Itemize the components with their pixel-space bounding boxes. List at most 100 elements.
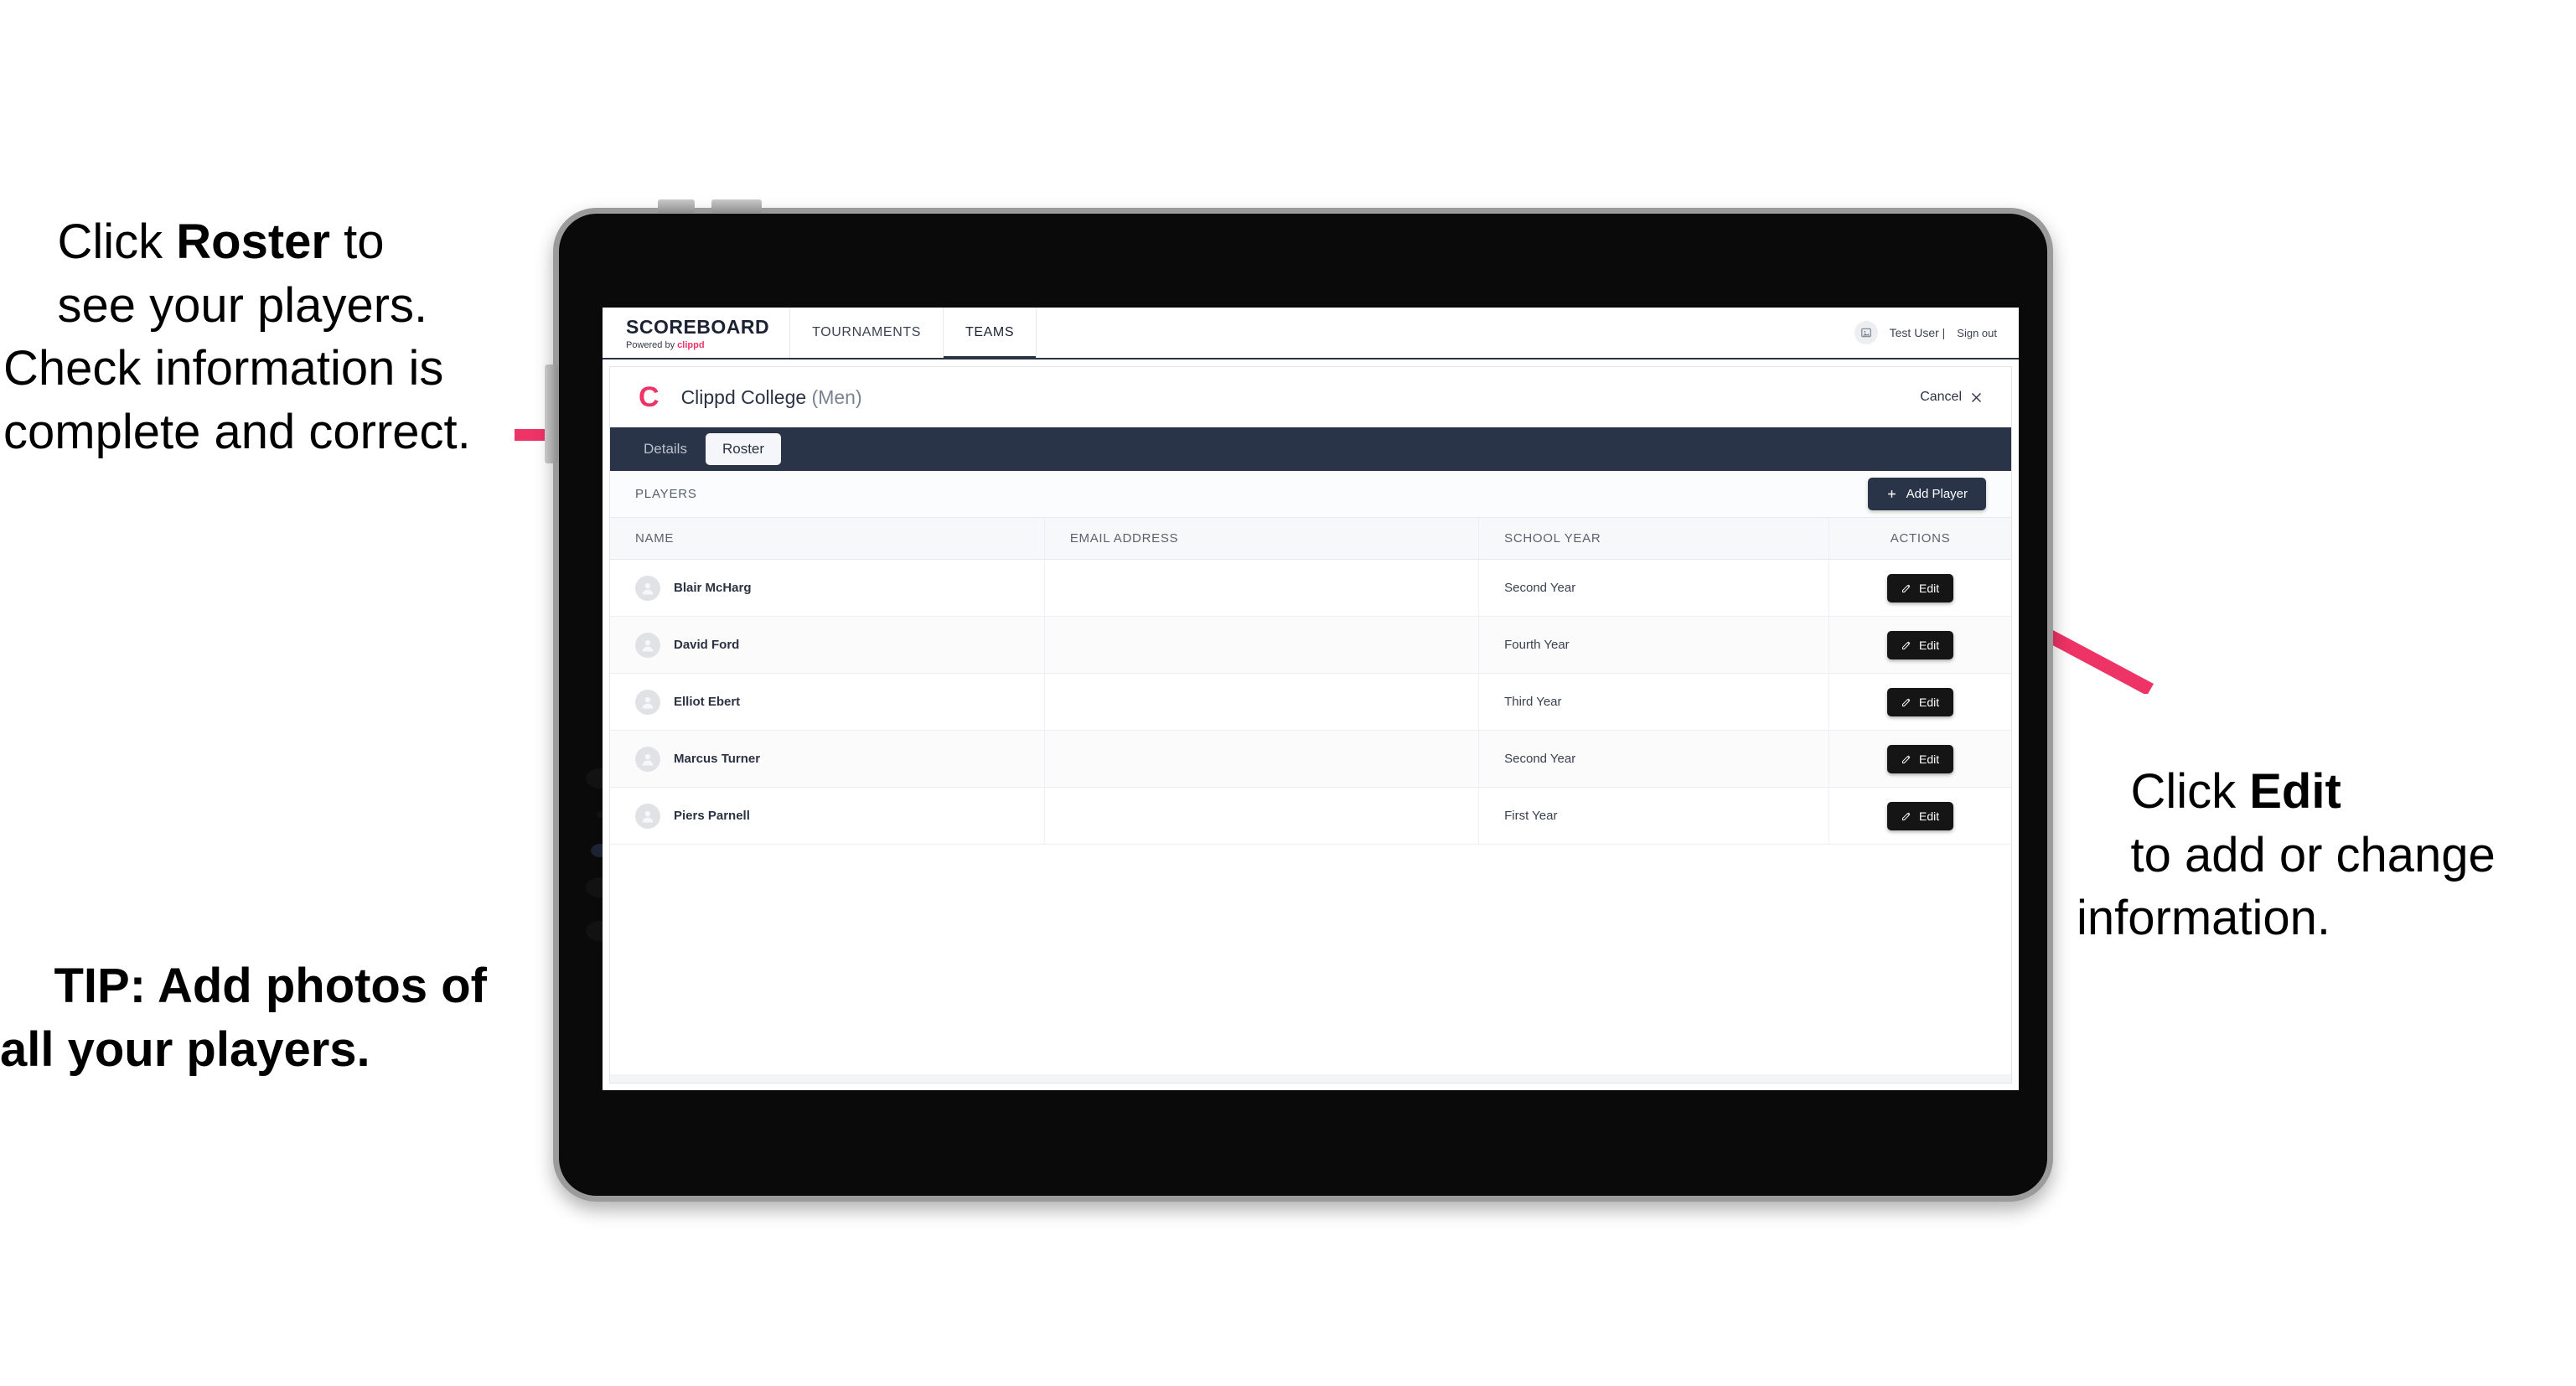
annotation-tip-text: TIP: Add photos of all your players. [0, 959, 501, 1077]
person-avatar-icon [635, 575, 660, 601]
user-name-label: Test User | [1889, 326, 1946, 339]
cell-name: Piers Parnell [610, 787, 1045, 845]
add-player-label: Add Player [1906, 487, 1968, 501]
clippd-c-logo-icon: C [639, 381, 660, 413]
account-area: Test User | Sign out [1854, 308, 2019, 358]
tab-roster[interactable]: Roster [705, 433, 782, 465]
power-button[interactable] [545, 365, 558, 463]
cell-actions: Edit [1829, 616, 2011, 674]
edit-button[interactable]: Edit [1887, 687, 1954, 716]
tablet-device-frame: SCOREBOARD Powered by clippd TOURNAMENTS… [545, 199, 2053, 1202]
player-name-cell: Blair McHarg [635, 575, 1044, 601]
edit-button[interactable]: Edit [1887, 573, 1954, 602]
table-row: Blair McHarg Second Year Edit [610, 559, 2011, 617]
player-name-cell: Elliot Ebert [635, 689, 1044, 715]
column-header-email: EMAIL ADDRESS [1044, 518, 1480, 560]
nav-tab-tournaments[interactable]: TOURNAMENTS [790, 308, 944, 358]
annotation-click-roster: Click Roster to see your players. Check … [3, 147, 556, 526]
player-school-year: Second Year [1504, 581, 1576, 595]
annotation-tip-photos: TIP: Add photos of all your players. [0, 892, 553, 1145]
cell-name: Marcus Turner [610, 730, 1045, 788]
edit-button[interactable]: Edit [1887, 801, 1954, 830]
cell-school-year: First Year [1478, 787, 1830, 845]
players-label: PLAYERS [635, 487, 697, 501]
tab-details[interactable]: Details [635, 441, 696, 458]
pencil-icon [1902, 698, 1911, 706]
player-name: Marcus Turner [674, 752, 761, 766]
player-name: Blair McHarg [674, 581, 752, 595]
cell-name: Elliot Ebert [610, 673, 1045, 731]
table-row: Piers Parnell First Year Edit [610, 787, 2011, 845]
sign-out-link[interactable]: Sign out [1957, 327, 1997, 339]
team-header: C Clippd College (Men) Cancel [610, 367, 2011, 427]
nav-tab-teams-label: TEAMS [965, 325, 1015, 339]
cell-school-year: Fourth Year [1478, 616, 1830, 674]
player-school-year: First Year [1504, 809, 1558, 823]
annotation-roster-post: to [329, 215, 385, 270]
players-section-header: PLAYERS Add Player [610, 471, 2011, 518]
edit-button[interactable]: Edit [1887, 630, 1954, 659]
pencil-icon [1902, 584, 1911, 592]
person-avatar-icon [635, 689, 660, 715]
person-avatar-icon [635, 746, 660, 772]
player-name: David Ford [674, 638, 740, 652]
app-top-navigation: SCOREBOARD Powered by clippd TOURNAMENTS… [603, 308, 2019, 359]
annotation-edit-pre: Click [2130, 764, 2250, 820]
player-name-cell: David Ford [635, 632, 1044, 658]
edit-label: Edit [1919, 752, 1940, 766]
player-name-cell: Marcus Turner [635, 746, 1044, 772]
cell-actions: Edit [1829, 673, 2011, 731]
table-row: Marcus Turner Second Year Edit [610, 730, 2011, 788]
brand-title: SCOREBOARD [626, 315, 770, 338]
scoreboard-logo[interactable]: SCOREBOARD Powered by clippd [603, 308, 791, 358]
edit-label: Edit [1919, 581, 1940, 595]
pencil-icon [1902, 755, 1911, 763]
nav-tab-tournaments-label: TOURNAMENTS [812, 325, 921, 339]
edit-label: Edit [1919, 638, 1940, 652]
team-name: Clippd College (Men) [681, 386, 862, 409]
brand-subtitle: Powered by clippd [626, 340, 769, 350]
annotation-roster-rest: see your players. Check information is c… [3, 277, 471, 459]
table-row: Elliot Ebert Third Year Edit [610, 673, 2011, 731]
table-row: David Ford Fourth Year Edit [610, 616, 2011, 674]
cell-email [1044, 616, 1480, 674]
player-school-year: Third Year [1504, 695, 1562, 709]
slide-canvas: Click Roster to see your players. Check … [0, 0, 2576, 1386]
cell-school-year: Second Year [1478, 730, 1830, 788]
team-name-text: Clippd College [680, 385, 807, 408]
cell-name: David Ford [610, 616, 1045, 674]
cell-name: Blair McHarg [610, 559, 1045, 617]
tab-details-label: Details [644, 441, 687, 457]
cancel-label: Cancel [1920, 390, 1962, 404]
plus-icon [1887, 490, 1896, 498]
cell-school-year: Second Year [1478, 559, 1830, 617]
tablet-screen: SCOREBOARD Powered by clippd TOURNAMENTS… [603, 308, 2019, 1090]
tab-roster-label: Roster [722, 441, 765, 457]
players-table: NAME EMAIL ADDRESS SCHOOL YEAR ACTIONS B… [610, 518, 2011, 845]
player-school-year: Second Year [1504, 752, 1576, 766]
table-empty-space [610, 845, 2011, 1074]
cell-email [1044, 730, 1480, 788]
add-player-button[interactable]: Add Player [1867, 478, 1986, 510]
cell-school-year: Third Year [1478, 673, 1830, 731]
volume-down-button[interactable] [711, 199, 762, 213]
cell-email [1044, 673, 1480, 731]
cell-actions: Edit [1829, 787, 2011, 845]
brand-sub-prefix: Powered by [626, 339, 678, 350]
player-name-cell: Piers Parnell [635, 803, 1044, 829]
edit-button[interactable]: Edit [1887, 744, 1954, 773]
annotation-roster-pre: Click [57, 215, 177, 270]
column-header-year: SCHOOL YEAR [1478, 518, 1830, 560]
pencil-icon [1902, 812, 1911, 820]
edit-label: Edit [1919, 809, 1940, 823]
player-name: Piers Parnell [674, 809, 750, 823]
cell-actions: Edit [1829, 730, 2011, 788]
cancel-button[interactable]: Cancel [1920, 390, 1983, 405]
volume-up-button[interactable] [658, 199, 695, 213]
team-gender-text: (Men) [811, 385, 862, 408]
user-avatar[interactable] [1854, 321, 1878, 344]
cell-actions: Edit [1829, 559, 2011, 617]
nav-tab-teams[interactable]: TEAMS [944, 308, 1037, 359]
person-avatar-icon [635, 803, 660, 829]
